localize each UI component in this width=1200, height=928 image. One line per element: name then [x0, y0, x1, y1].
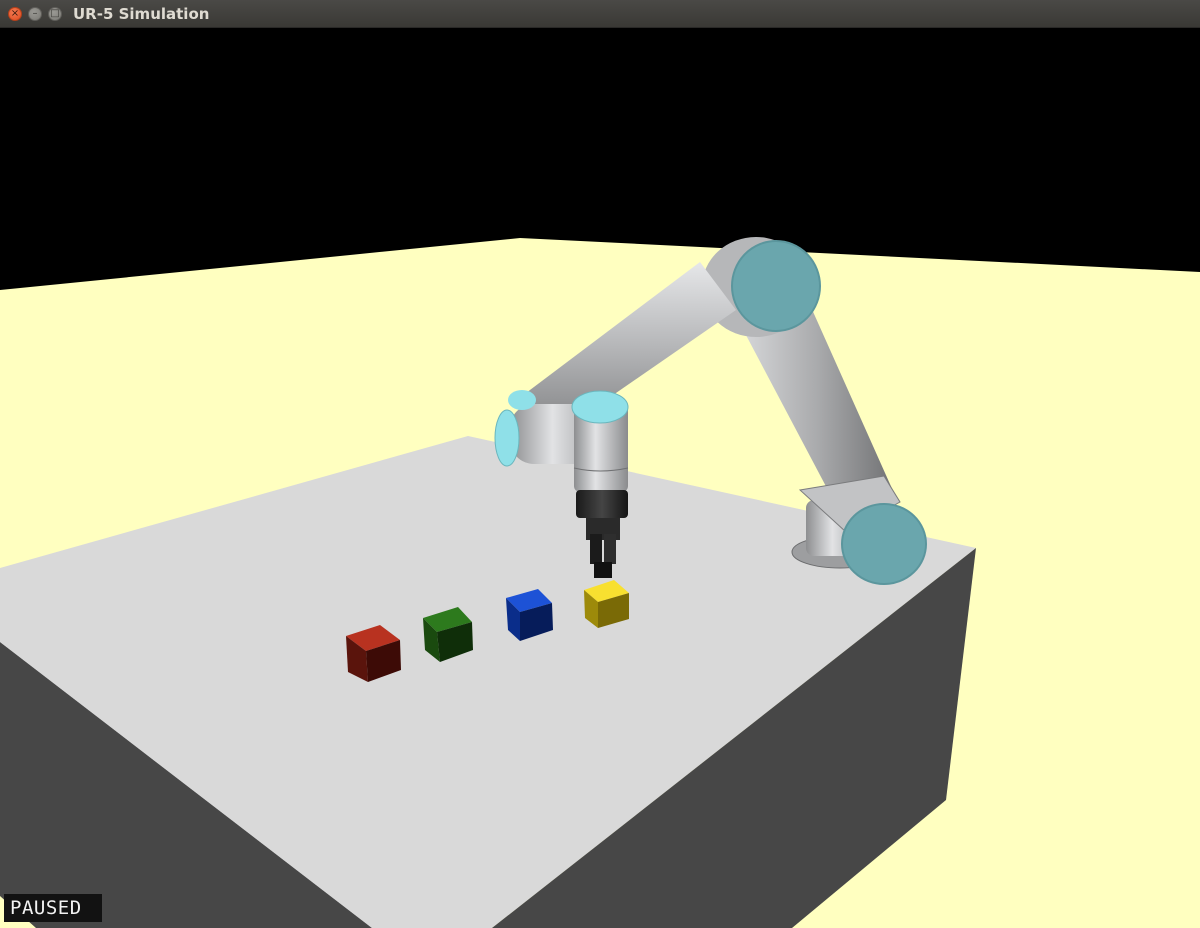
gripper-mount: [576, 490, 628, 518]
3d-viewport[interactable]: PAUSED: [0, 28, 1200, 928]
simulation-status-badge: PAUSED: [4, 894, 102, 922]
base-joint-cap: [841, 503, 927, 585]
gripper-finger-right: [604, 534, 616, 564]
gripper-finger-left: [590, 534, 602, 564]
close-icon: ×: [10, 8, 20, 19]
close-button[interactable]: ×: [8, 7, 22, 21]
elbow-joint-cap: [494, 409, 520, 467]
gripper-tip: [594, 562, 612, 578]
wrist-joint-cap: [571, 390, 629, 424]
scene-render: [0, 237, 1200, 928]
minimize-icon: –: [32, 8, 38, 19]
window-title: UR-5 Simulation: [73, 5, 210, 23]
shoulder-joint-cap: [731, 240, 821, 332]
title-bar[interactable]: × – □ UR-5 Simulation: [0, 0, 1200, 28]
maximize-icon: □: [50, 8, 60, 19]
simulation-window: × – □ UR-5 Simulation PAUSED: [0, 0, 1200, 928]
elbow-joint-cap-back: [508, 390, 536, 410]
minimize-button[interactable]: –: [28, 7, 42, 21]
maximize-button[interactable]: □: [48, 7, 62, 21]
